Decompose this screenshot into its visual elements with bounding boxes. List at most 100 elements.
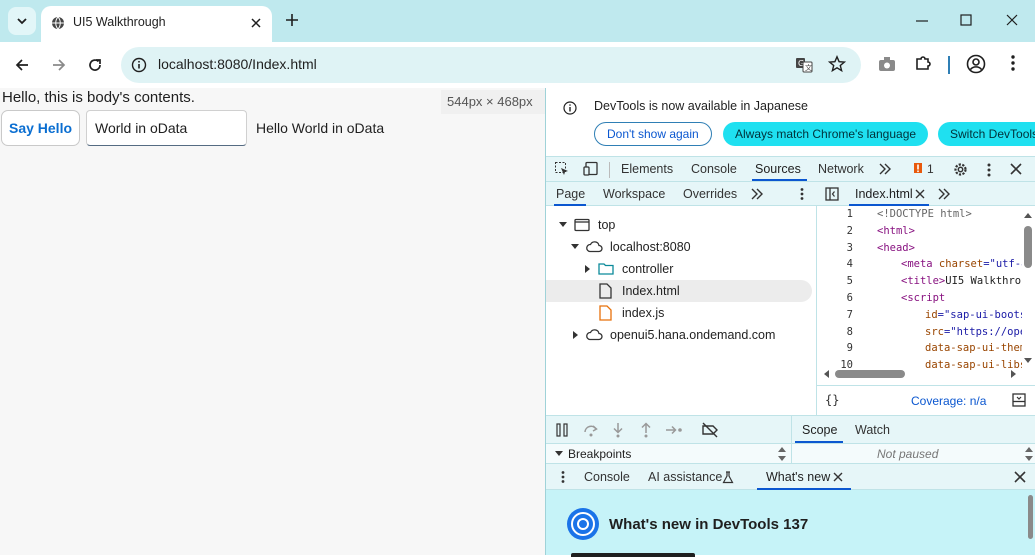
more-tabs-chevron-icon[interactable] bbox=[878, 163, 892, 175]
code-line[interactable]: <script bbox=[901, 292, 1022, 304]
breakpoints-section-header[interactable]: Breakpoints bbox=[546, 443, 791, 463]
line-number: 7 bbox=[846, 309, 853, 321]
nav-tab-page[interactable]: Page bbox=[556, 187, 585, 201]
editor-tab-index-html[interactable]: Index.html bbox=[855, 187, 913, 201]
tree-item-index-js[interactable]: index.js bbox=[546, 302, 817, 324]
close-whats-new-tab-icon[interactable] bbox=[833, 472, 843, 482]
code-line[interactable]: src="https://ope bbox=[925, 326, 1022, 338]
more-editor-tabs-chevron-icon[interactable] bbox=[937, 188, 951, 200]
tab-network[interactable]: Network bbox=[818, 162, 864, 176]
camera-icon[interactable] bbox=[878, 56, 896, 72]
debugger-toolbar bbox=[546, 415, 791, 443]
settings-gear-icon[interactable] bbox=[952, 161, 969, 178]
issues-counter[interactable]: 1 bbox=[912, 162, 934, 176]
code-editor: Index.html 1 2 3 4 5 6 7 8 9 10 <!DOCTYP… bbox=[817, 182, 1035, 415]
profile-avatar-icon[interactable] bbox=[966, 54, 986, 74]
tab-search-button[interactable] bbox=[8, 7, 36, 35]
deactivate-breakpoints-icon[interactable] bbox=[701, 422, 719, 438]
close-devtools-icon[interactable] bbox=[1009, 162, 1023, 176]
address-bar[interactable]: localhost:8080/Index.html G文 bbox=[121, 47, 861, 83]
scope-watch-tabs: Scope Watch bbox=[791, 415, 1035, 443]
tab-scope[interactable]: Scope bbox=[802, 423, 837, 437]
step-into-icon[interactable] bbox=[612, 422, 624, 438]
back-arrow-icon[interactable] bbox=[14, 57, 30, 73]
drawer-tab-whats-new[interactable]: What's new bbox=[766, 470, 830, 484]
code-line[interactable]: id="sap-ui-boots bbox=[925, 309, 1022, 321]
minimize-icon[interactable] bbox=[915, 14, 929, 28]
name-input[interactable]: World in oData bbox=[86, 110, 247, 146]
extensions-puzzle-icon[interactable] bbox=[914, 54, 932, 72]
step-out-icon[interactable] bbox=[640, 422, 652, 438]
always-match-language-button[interactable]: Always match Chrome's language bbox=[723, 122, 929, 146]
kebab-menu-icon[interactable] bbox=[1010, 54, 1016, 72]
pretty-print-icon[interactable]: {} bbox=[825, 393, 839, 407]
tab-watch[interactable]: Watch bbox=[855, 423, 890, 437]
devtools-menu-icon[interactable] bbox=[986, 162, 992, 178]
site-info-icon[interactable] bbox=[131, 57, 147, 73]
drawer-menu-icon[interactable] bbox=[560, 470, 566, 484]
step-over-icon[interactable] bbox=[583, 423, 599, 437]
drawer-tab-console[interactable]: Console bbox=[584, 470, 630, 484]
step-icon[interactable] bbox=[665, 423, 685, 437]
code-line[interactable]: data-sap-ui-them bbox=[925, 342, 1022, 354]
forward-arrow-icon[interactable] bbox=[51, 57, 67, 73]
code-line[interactable]: data-sap-ui-libs bbox=[925, 359, 1022, 371]
scroll-up-arrow-icon[interactable] bbox=[1024, 212, 1032, 218]
tree-item-top[interactable]: top bbox=[546, 214, 817, 236]
dont-show-again-button[interactable]: Don't show again bbox=[594, 122, 712, 146]
language-infobar: DevTools is now available in Japanese Do… bbox=[546, 88, 1035, 156]
page-viewport: Hello, this is body's contents. 544px × … bbox=[0, 88, 545, 555]
drawer-scrollbar[interactable] bbox=[1028, 495, 1033, 539]
tree-item-controller[interactable]: controller bbox=[546, 258, 817, 280]
navigator-menu-icon[interactable] bbox=[799, 187, 805, 201]
device-toolbar-icon[interactable] bbox=[583, 161, 599, 177]
nav-tab-workspace[interactable]: Workspace bbox=[603, 187, 665, 201]
toggle-drawer-icon[interactable] bbox=[1012, 393, 1026, 407]
code-line[interactable]: <!DOCTYPE html> bbox=[877, 208, 1022, 220]
close-tab-icon[interactable] bbox=[248, 15, 264, 31]
say-hello-button[interactable]: Say Hello bbox=[1, 110, 80, 146]
coverage-status[interactable]: Coverage: n/a bbox=[911, 394, 986, 408]
tree-item-openui5[interactable]: openui5.hana.ondemand.com bbox=[546, 324, 817, 346]
bookmark-star-icon[interactable] bbox=[828, 55, 846, 73]
inspect-element-icon[interactable] bbox=[554, 161, 570, 177]
scroll-right-arrow-icon[interactable] bbox=[1011, 370, 1017, 378]
not-paused-text: Not paused bbox=[877, 447, 939, 461]
panel-scroll-arrows-icon[interactable] bbox=[1025, 446, 1033, 462]
vertical-scrollbar[interactable] bbox=[1024, 226, 1032, 268]
scope-status: Not paused bbox=[791, 443, 1035, 463]
tab-console[interactable]: Console bbox=[691, 162, 737, 176]
url-text[interactable]: localhost:8080/Index.html bbox=[158, 56, 317, 72]
expanded-triangle-icon bbox=[559, 222, 567, 227]
new-tab-icon[interactable] bbox=[283, 11, 301, 29]
active-nav-tab-indicator bbox=[554, 204, 586, 206]
switch-devtools-button[interactable]: Switch DevTools bbox=[938, 122, 1035, 146]
close-drawer-icon[interactable] bbox=[1013, 470, 1027, 484]
code-line[interactable]: <html> bbox=[877, 225, 1022, 237]
browser-tab[interactable]: UI5 Walkthrough bbox=[41, 6, 272, 42]
nav-tab-overrides[interactable]: Overrides bbox=[683, 187, 737, 201]
scroll-down-arrow-icon[interactable] bbox=[1024, 358, 1032, 364]
tree-item-localhost[interactable]: localhost:8080 bbox=[546, 236, 817, 258]
info-icon bbox=[563, 101, 577, 115]
close-window-icon[interactable] bbox=[1004, 12, 1020, 28]
maximize-icon[interactable] bbox=[958, 12, 974, 28]
reload-icon[interactable] bbox=[87, 57, 103, 73]
horizontal-scrollbar[interactable] bbox=[835, 370, 905, 378]
drawer-tab-ai-assistance[interactable]: AI assistance bbox=[648, 470, 722, 484]
close-editor-tab-icon[interactable] bbox=[915, 189, 925, 199]
tab-elements[interactable]: Elements bbox=[621, 162, 673, 176]
code-line[interactable]: <head> bbox=[877, 242, 1022, 254]
tree-item-index-html[interactable]: Index.html bbox=[546, 280, 812, 302]
tab-sources[interactable]: Sources bbox=[755, 162, 801, 176]
translate-icon[interactable]: G文 bbox=[795, 56, 813, 74]
panel-scroll-arrows-icon[interactable] bbox=[778, 446, 786, 462]
issue-flag-icon bbox=[914, 163, 922, 173]
code-line[interactable]: <meta charset="utf-8 bbox=[901, 258, 1022, 270]
expanded-triangle-icon bbox=[571, 244, 579, 249]
code-line[interactable]: <title>UI5 Walkthrou bbox=[901, 275, 1022, 287]
more-nav-tabs-chevron-icon[interactable] bbox=[750, 188, 764, 200]
toggle-navigator-icon[interactable] bbox=[825, 187, 839, 201]
pause-icon[interactable] bbox=[555, 423, 569, 437]
scroll-left-arrow-icon[interactable] bbox=[823, 370, 829, 378]
